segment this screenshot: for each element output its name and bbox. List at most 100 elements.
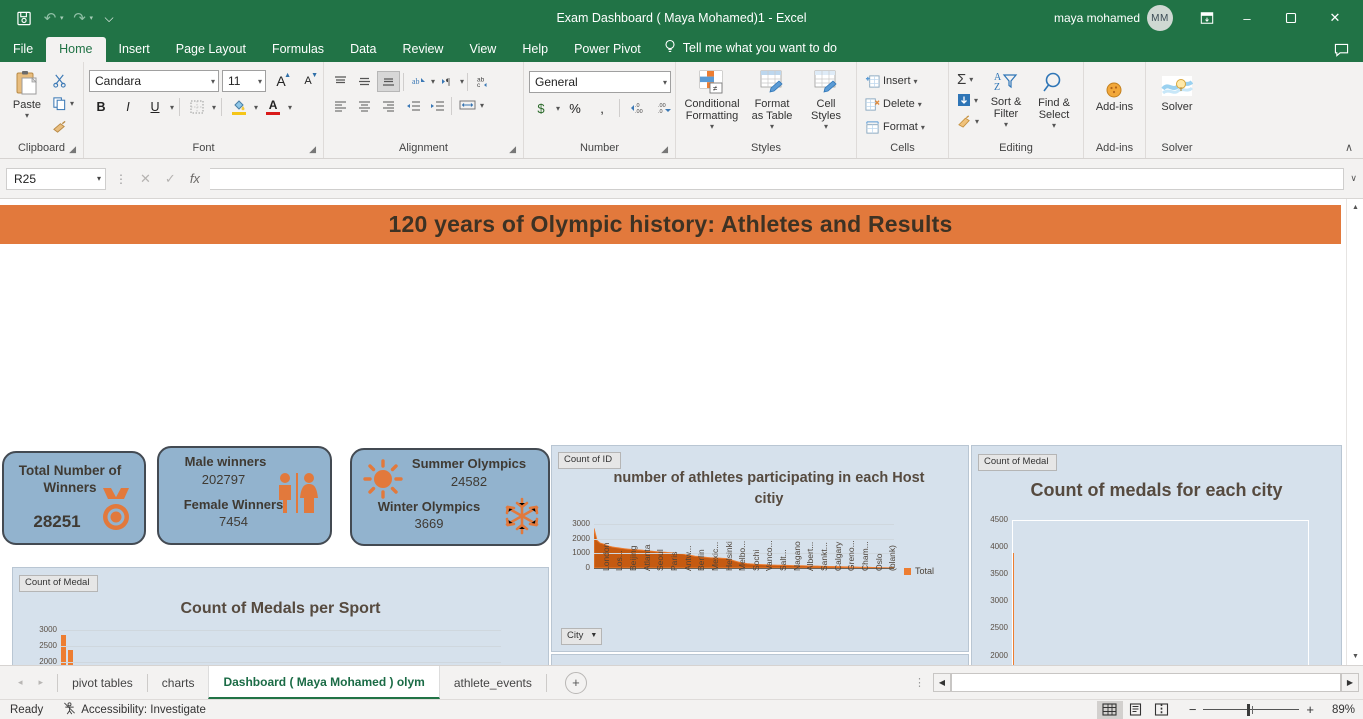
cell-styles-button[interactable]: Cell Styles ▾ [801, 68, 851, 133]
comments-icon[interactable] [1334, 43, 1363, 62]
ribbon-tab-data[interactable]: Data [337, 37, 389, 62]
undo-caret-icon[interactable]: ▾ [60, 14, 64, 22]
sort-and-filter-button[interactable]: AZ Sort & Filter ▾ [982, 69, 1030, 131]
underline-caret-icon[interactable]: ▾ [170, 103, 174, 112]
status-accessibility[interactable]: Accessibility: Investigate [43, 701, 206, 718]
font-name-combo[interactable]: Candara ▾ [89, 70, 219, 92]
conditional-formatting-button[interactable]: ≠ Conditional Formatting ▾ [681, 68, 743, 133]
formula-input[interactable] [209, 167, 1345, 190]
accounting-format-button[interactable]: $ [529, 97, 553, 119]
next-sheet-button[interactable]: ▸ [39, 677, 44, 688]
previous-sheet-button[interactable]: ◂ [18, 677, 23, 688]
borders-caret-icon[interactable]: ▾ [212, 103, 216, 112]
decrease-font-size-button[interactable]: A ▼ [296, 70, 320, 92]
orientation-button[interactable]: ab [407, 71, 430, 92]
ribbon-tab-formulas[interactable]: Formulas [259, 37, 337, 62]
borders-button[interactable] [185, 96, 209, 118]
align-top-button[interactable] [329, 71, 352, 92]
number-format-caret-icon[interactable]: ▾ [658, 78, 667, 87]
ribbon-display-options-icon[interactable] [1189, 2, 1225, 34]
clear-caret-icon[interactable]: ▾ [975, 117, 979, 126]
pivot-value-field-button-count-of-medal-noc[interactable]: Count of Medal [978, 454, 1058, 471]
paste-button[interactable]: Paste ▾ [5, 65, 49, 122]
vertical-scrollbar[interactable]: ▲ ▼ [1346, 199, 1363, 665]
merge-and-center-button[interactable] [455, 95, 479, 116]
font-color-button[interactable]: A [261, 96, 285, 118]
text-direction-caret-icon[interactable]: ▾ [460, 77, 464, 86]
insert-cells-caret-icon[interactable]: ▾ [914, 77, 918, 86]
horizontal-scrollbar[interactable] [951, 673, 1341, 692]
font-name-caret-icon[interactable]: ▾ [206, 77, 215, 86]
format-cells-caret-icon[interactable]: ▾ [921, 123, 925, 132]
clear-button[interactable]: ▾ [954, 111, 982, 131]
insert-function-button[interactable]: fx [190, 171, 200, 186]
fill-caret-icon[interactable]: ▾ [974, 96, 978, 105]
redo-icon[interactable]: ↷ [68, 6, 92, 30]
minimize-button[interactable]: – [1225, 2, 1269, 34]
save-icon[interactable] [12, 6, 36, 30]
delete-cells-button[interactable]: Delete ▾ [862, 93, 925, 115]
solver-button[interactable]: Solver [1155, 73, 1199, 115]
wrap-text-button[interactable]: ab c [471, 71, 497, 92]
sheet-tab-dashboard[interactable]: Dashboard ( Maya Mohamed ) olym [208, 666, 440, 699]
add-ins-button[interactable]: Add-ins [1090, 79, 1139, 115]
customize-qat-icon[interactable]: ⌵ [97, 6, 121, 30]
format-cells-button[interactable]: Format ▾ [862, 116, 928, 138]
sort-filter-caret-icon[interactable]: ▾ [1004, 120, 1008, 129]
zoom-slider[interactable] [1203, 703, 1300, 717]
find-select-caret-icon[interactable]: ▾ [1052, 121, 1056, 130]
font-color-caret-icon[interactable]: ▾ [288, 103, 292, 112]
enter-formula-button[interactable]: ✓ [165, 171, 176, 187]
tell-me-search[interactable]: Tell me what you want to do [654, 35, 849, 62]
ribbon-tab-home[interactable]: Home [46, 37, 106, 62]
ribbon-tab-power-pivot[interactable]: Power Pivot [561, 37, 654, 62]
undo-icon[interactable]: ↶ [38, 6, 62, 30]
cancel-formula-button[interactable]: ✕ [140, 171, 151, 187]
font-dialog-launcher[interactable]: ◢ [309, 142, 316, 157]
clipboard-dialog-launcher[interactable]: ◢ [69, 142, 76, 157]
page-layout-view-icon[interactable] [1123, 701, 1149, 719]
copy-caret-icon[interactable]: ▾ [70, 99, 74, 108]
text-direction-button[interactable]: ¶ [436, 71, 459, 92]
font-size-combo[interactable]: 11 ▾ [222, 70, 266, 92]
scroll-left-arrow-icon[interactable]: ◀ [933, 673, 951, 692]
align-bottom-button[interactable] [377, 71, 400, 92]
cut-button[interactable] [49, 69, 77, 91]
number-format-combo[interactable]: General ▾ [529, 71, 671, 93]
normal-view-icon[interactable] [1096, 700, 1123, 719]
paste-caret-icon[interactable]: ▾ [25, 111, 29, 120]
percent-format-button[interactable]: % [563, 97, 587, 119]
copy-button[interactable]: ▾ [49, 92, 77, 114]
ribbon-tab-help[interactable]: Help [509, 37, 561, 62]
italic-button[interactable]: I [116, 96, 140, 118]
pivot-value-field-button-count-of-id[interactable]: Count of ID [558, 452, 622, 469]
fill-color-button[interactable] [227, 96, 251, 118]
tab-split-handle[interactable]: ⋮ [906, 676, 933, 689]
merge-caret-icon[interactable]: ▾ [480, 101, 484, 110]
autosum-caret-icon[interactable]: ▾ [969, 75, 973, 84]
format-painter-button[interactable] [49, 115, 77, 137]
city-field-caret-icon[interactable]: ▼ [590, 630, 597, 642]
accounting-caret-icon[interactable]: ▾ [556, 104, 560, 113]
decrease-indent-button[interactable] [401, 95, 424, 116]
align-left-button[interactable] [329, 95, 352, 116]
ribbon-tab-insert[interactable]: Insert [106, 37, 163, 62]
scroll-down-arrow-icon[interactable]: ▼ [1347, 648, 1363, 665]
ribbon-tab-review[interactable]: Review [389, 37, 456, 62]
add-sheet-button[interactable]: + [564, 671, 587, 694]
conditional-formatting-caret-icon[interactable]: ▾ [710, 122, 714, 131]
restore-button[interactable] [1269, 2, 1313, 34]
scroll-right-arrow-icon[interactable]: ▶ [1341, 673, 1359, 692]
orientation-caret-icon[interactable]: ▾ [431, 77, 435, 86]
format-as-table-caret-icon[interactable]: ▾ [770, 122, 774, 131]
name-box[interactable]: R25 ▾ [6, 167, 106, 190]
find-and-select-button[interactable]: Find & Select ▾ [1030, 69, 1078, 132]
insert-cells-button[interactable]: Insert ▾ [862, 70, 921, 92]
increase-font-size-button[interactable]: A ▲ [269, 70, 293, 92]
ribbon-tab-page-layout[interactable]: Page Layout [163, 37, 259, 62]
zoom-in-button[interactable]: + [1306, 702, 1314, 717]
format-as-table-button[interactable]: Format as Table ▾ [743, 68, 801, 133]
increase-decimal-button[interactable]: .0.00 [625, 97, 651, 119]
page-break-view-icon[interactable] [1149, 701, 1175, 719]
fill-color-caret-icon[interactable]: ▾ [254, 103, 258, 112]
